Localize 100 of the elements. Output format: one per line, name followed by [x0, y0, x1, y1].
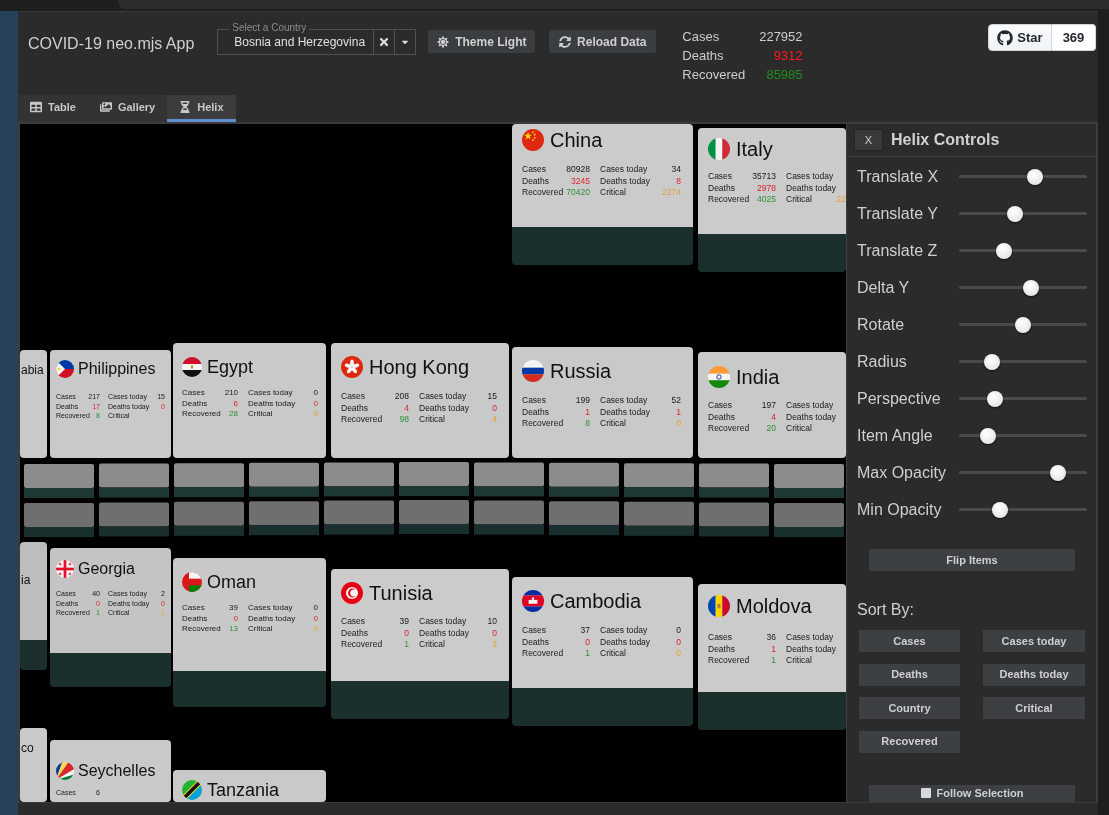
- tab[interactable]: Table: [18, 95, 88, 122]
- flip-button[interactable]: Flip Items: [869, 549, 1075, 571]
- sort-button[interactable]: Deaths today: [983, 663, 1085, 686]
- sort-button[interactable]: Cases: [859, 630, 960, 652]
- country-card[interactable]: Italy Cases 35713 Deaths 2978 Recovered 4025 Cases today Deaths today Critical 22: [698, 128, 846, 272]
- slider-label: Translate X: [857, 166, 940, 187]
- stat-value: 4025: [757, 194, 776, 206]
- stat-label: Critical: [248, 409, 273, 420]
- close-button[interactable]: X: [854, 129, 883, 151]
- country-card[interactable]: Hong Kong Cases 208 Deaths 4 Recovered 98 Cases today 15 Deaths today 0 Critical 4: [331, 343, 509, 458]
- slider-thumb[interactable]: [1015, 316, 1031, 333]
- star-count[interactable]: 369: [1052, 24, 1096, 51]
- stat-value: 1: [585, 648, 590, 660]
- stat-label: Critical: [600, 418, 626, 430]
- stat-value: 0: [313, 603, 318, 614]
- stat-label: Recovered: [522, 187, 564, 199]
- slider-thumb[interactable]: [986, 390, 1003, 407]
- stat-value: 1: [771, 643, 776, 655]
- slider-thumb[interactable]: [991, 501, 1008, 518]
- flag-icon: [708, 595, 730, 617]
- country-name: Italy: [736, 137, 773, 161]
- stat-label: Deaths: [182, 613, 208, 624]
- country-card[interactable]: Oman Cases 39 Deaths 0 Recovered 13 Cases today 0 Deaths today 0 Critical 0: [173, 558, 326, 707]
- country-card[interactable]: Tanzania: [173, 770, 326, 802]
- sort-button[interactable]: Recovered: [859, 730, 960, 753]
- stat-value: 10: [487, 616, 497, 628]
- summary-label: Recovered: [682, 66, 746, 84]
- summary-label: Deaths: [682, 47, 725, 65]
- star-button[interactable]: Star: [988, 24, 1052, 51]
- slider-thumb[interactable]: [980, 427, 997, 444]
- github-icon: [997, 29, 1014, 46]
- sort-button[interactable]: Country: [859, 697, 960, 719]
- stat-label: Deaths today: [786, 411, 837, 423]
- stat-label: Cases today: [600, 625, 648, 637]
- country-name: Tanzania: [207, 780, 280, 800]
- country-card[interactable]: India Cases 197 Deaths 4 Recovered 20 Cases today Deaths today Critical: [698, 352, 846, 458]
- slider-thumb[interactable]: [984, 353, 1001, 370]
- slider-thumb[interactable]: [1026, 168, 1043, 185]
- country-card[interactable]: China Cases 80928 Deaths 3245 Recovered 70420 Cases today 34 Deaths today 8 Critical 2274: [512, 124, 693, 265]
- stat-label: Deaths today: [419, 627, 470, 639]
- sort-button[interactable]: Critical: [983, 697, 1085, 719]
- flag-icon: [341, 356, 363, 378]
- stat-value: 0: [313, 409, 318, 420]
- stat-label: Cases: [182, 388, 205, 399]
- country-card[interactable]: ia: [20, 542, 47, 670]
- stat-value: 2: [492, 639, 497, 651]
- stat-value: 28: [229, 409, 238, 420]
- stat-label: Deaths: [708, 411, 735, 423]
- tab[interactable]: Helix: [167, 95, 236, 122]
- sort-button[interactable]: Cases today: [983, 630, 1085, 652]
- slider-label: Translate Y: [857, 203, 939, 224]
- country-card[interactable]: Cambodia Cases 37 Deaths 0 Recovered 1 Cases today 0 Deaths today 0 Critical 0: [512, 577, 693, 726]
- stat-value: 1: [676, 406, 681, 418]
- theme-button[interactable]: Theme Light: [428, 30, 536, 53]
- country-card[interactable]: co: [20, 728, 47, 802]
- slider-thumb[interactable]: [1007, 205, 1024, 222]
- stat-value: 0: [676, 636, 681, 648]
- country-card[interactable]: abia: [20, 350, 47, 458]
- country-card[interactable]: Russia Cases 199 Deaths 1 Recovered 8 Cases today 52 Deaths today 1 Critical 0: [512, 347, 693, 458]
- slider-thumb[interactable]: [1049, 464, 1066, 481]
- stat-value: 2978: [757, 182, 776, 194]
- stat-value: 0: [233, 613, 238, 624]
- country-card[interactable]: Tunisia Cases 39 Deaths 0 Recovered 1 Cases today 10 Deaths today 0 Critical 2: [331, 569, 509, 719]
- stat-label: Critical: [600, 187, 626, 199]
- stat-value: 0: [676, 648, 681, 660]
- stat-label: Deaths: [341, 402, 368, 414]
- stat-label: Recovered: [182, 624, 221, 635]
- country-name: Hong Kong: [369, 355, 470, 379]
- follow-selection-button[interactable]: Follow Selection: [869, 784, 1075, 802]
- flag-icon: [56, 762, 74, 780]
- tab[interactable]: Gallery: [87, 95, 168, 122]
- stat-label: Cases: [522, 625, 547, 637]
- stat-label: Cases today: [600, 164, 648, 176]
- country-card[interactable]: Moldova Cases 36 Deaths 1 Recovered 1 Cases today Deaths today Critical: [698, 584, 846, 730]
- slider-thumb[interactable]: [995, 242, 1012, 259]
- field-label: Select a Country: [229, 22, 310, 34]
- stat-label: Critical: [248, 624, 273, 635]
- checkbox-icon[interactable]: [920, 788, 931, 798]
- slider-label: Max Opacity: [857, 462, 947, 483]
- stat-label: Deaths today: [248, 613, 296, 624]
- slider-label: Radius: [857, 351, 908, 372]
- stat-value: 0: [404, 627, 409, 639]
- stat-label: Deaths today: [786, 182, 837, 194]
- stat-value: 20: [766, 423, 776, 435]
- country-card[interactable]: Egypt Cases 210 Deaths 6 Recovered 28 Cases today 0 Deaths today 0 Critical 0: [173, 343, 326, 458]
- stat-value: 36: [766, 632, 776, 644]
- sort-button[interactable]: Deaths: [859, 663, 960, 686]
- dropdown-button[interactable]: [395, 29, 417, 55]
- reload-button[interactable]: Reload Data: [549, 30, 657, 53]
- country-name: Georgia: [78, 560, 135, 578]
- stat-value: 0: [585, 636, 590, 648]
- stat-label: Recovered: [708, 423, 750, 435]
- stat-label: Deaths: [522, 175, 549, 187]
- slider-thumb[interactable]: [1022, 279, 1039, 296]
- country-name: Seychelles: [78, 762, 156, 780]
- stat-label: Recovered: [341, 639, 383, 651]
- clear-button[interactable]: [373, 29, 396, 55]
- stat-value: 8: [676, 175, 681, 187]
- stat-value: 1: [585, 406, 590, 418]
- helix-canvas[interactable]: [20, 124, 846, 802]
